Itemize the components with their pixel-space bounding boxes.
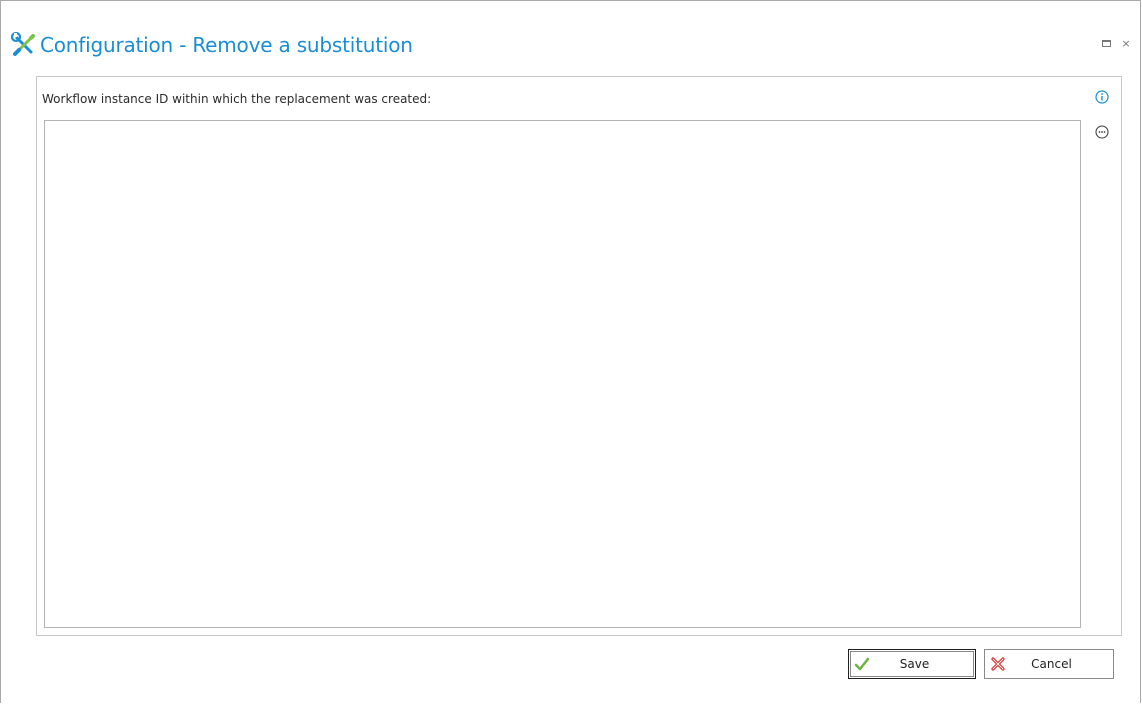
dialog-title: Configuration - Remove a substitution — [40, 33, 413, 57]
dialog-footer: Save Cancel — [1, 645, 1142, 685]
save-button[interactable]: Save — [848, 649, 976, 679]
dialog-window: Configuration - Remove a substitution × … — [0, 0, 1141, 703]
window-controls: × — [1100, 37, 1132, 50]
workflow-id-label: Workflow instance ID within which the re… — [42, 92, 432, 106]
close-icon[interactable]: × — [1120, 37, 1132, 50]
save-button-label: Save — [899, 657, 930, 671]
title-bar: Configuration - Remove a substitution — [9, 29, 413, 61]
maximize-icon[interactable] — [1100, 37, 1112, 49]
ellipsis-icon[interactable] — [1095, 125, 1109, 139]
cancel-button-label: Cancel — [1031, 657, 1072, 671]
workflow-id-input[interactable] — [44, 120, 1081, 628]
tools-icon — [9, 30, 39, 60]
cancel-button[interactable]: Cancel — [984, 649, 1114, 679]
info-icon[interactable] — [1095, 90, 1109, 104]
cancel-x-icon — [990, 656, 1006, 672]
checkmark-icon — [854, 656, 870, 672]
form-panel: Workflow instance ID within which the re… — [36, 76, 1122, 636]
